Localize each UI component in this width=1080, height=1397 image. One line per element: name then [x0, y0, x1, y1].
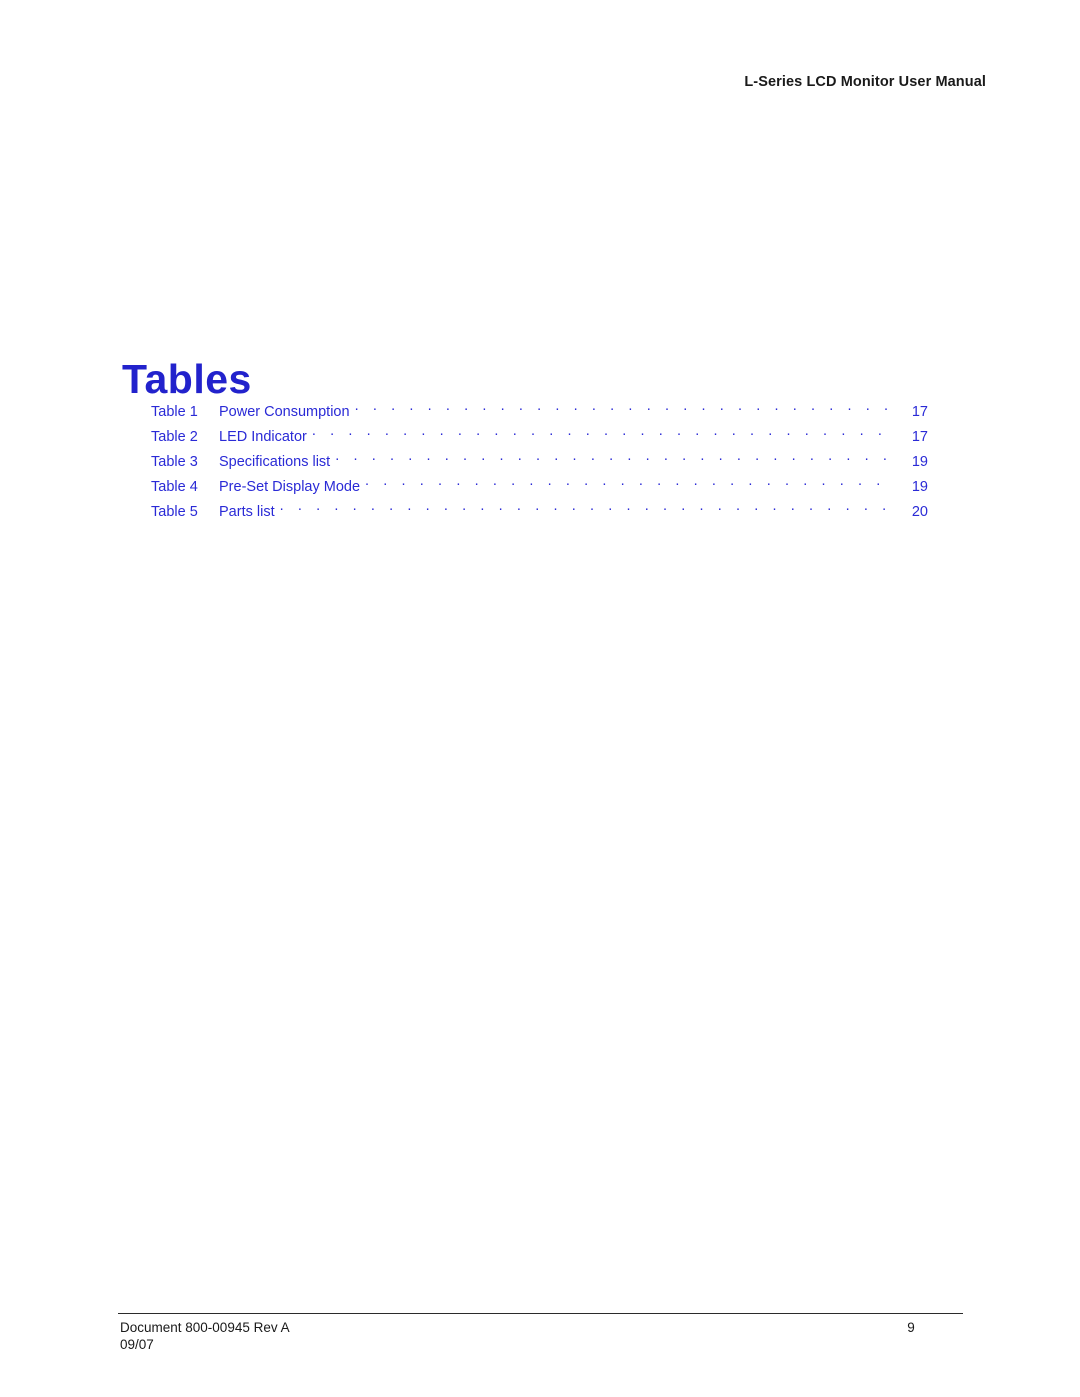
list-item[interactable]: Table 5 Parts list 20: [118, 502, 928, 527]
list-item[interactable]: Table 1 Power Consumption 17: [118, 402, 928, 427]
footer-document-info: Document 800-00945 Rev A 09/07: [120, 1319, 290, 1353]
table-label: Table 4: [151, 479, 198, 495]
footer-date: 09/07: [120, 1337, 154, 1352]
table-caption: Parts list: [219, 504, 275, 520]
page-reference: 17: [911, 404, 928, 420]
page-reference: 20: [911, 504, 928, 520]
list-item[interactable]: Table 3 Specifications list 19: [118, 452, 928, 477]
table-caption: Specifications list: [219, 454, 331, 470]
table-label: Table 3: [151, 454, 198, 470]
page-reference: 19: [911, 479, 928, 495]
list-item[interactable]: Table 4 Pre-Set Display Mode 19: [118, 477, 928, 502]
page-title: Tables: [122, 356, 252, 403]
dot-leader: [335, 452, 890, 466]
dot-leader: [365, 477, 890, 491]
table-caption: Power Consumption: [219, 404, 350, 420]
list-of-tables: Table 1 Power Consumption 17 Table 2 LED…: [118, 402, 928, 527]
footer-page-number: 9: [907, 1320, 915, 1335]
table-caption: Pre-Set Display Mode: [219, 479, 361, 495]
table-caption: LED Indicator: [219, 429, 307, 445]
page-reference: 17: [911, 429, 928, 445]
running-header: L-Series LCD Monitor User Manual: [744, 74, 986, 90]
table-label: Table 5: [151, 504, 198, 520]
dot-leader: [355, 402, 890, 416]
table-label: Table 2: [151, 429, 198, 445]
footer-document-id: Document 800-00945 Rev A: [120, 1320, 290, 1335]
table-label: Table 1: [151, 404, 198, 420]
document-page: L-Series LCD Monitor User Manual Tables …: [0, 0, 1080, 1397]
dot-leader: [312, 427, 890, 441]
dot-leader: [280, 502, 890, 516]
footer-divider: [118, 1313, 963, 1314]
page-reference: 19: [911, 454, 928, 470]
list-item[interactable]: Table 2 LED Indicator 17: [118, 427, 928, 452]
